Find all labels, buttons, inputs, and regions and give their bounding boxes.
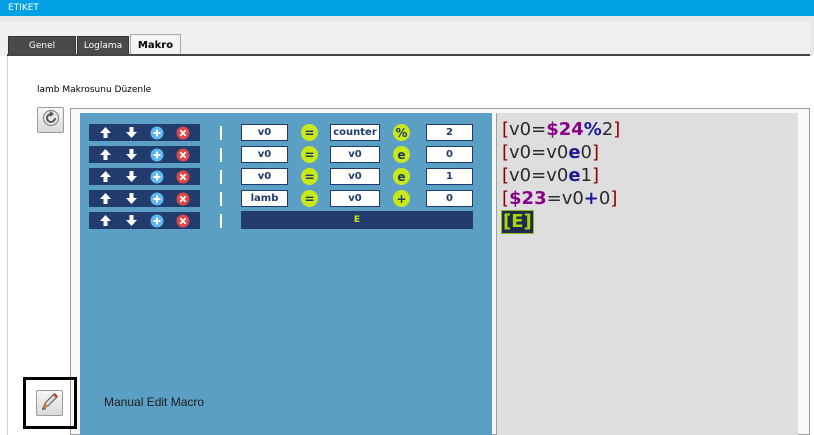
bracket-close: ] [523,211,532,232]
window-titlebar: ETIKET [0,0,814,21]
refresh-button[interactable] [37,107,64,133]
row-separator [220,148,222,162]
code-text: v0= [509,119,547,140]
code-text: 2 [601,119,614,140]
delete-icon[interactable] [176,126,190,140]
row-1-target-field[interactable]: v0 [241,124,288,141]
bracket-close: ] [592,142,600,163]
tab-makro[interactable]: Makro [130,34,181,56]
code-operator: e [568,165,581,186]
row-4-operator[interactable]: + [393,190,410,207]
row-4-right-operand[interactable]: 0 [426,190,473,207]
bracket-close: ] [610,188,618,209]
window-title: ETIKET [8,3,39,13]
code-line-2: [v0=v0e0] [502,142,599,164]
row-separator [220,192,222,206]
tab-loglama[interactable]: Loglama [77,36,129,55]
row-4-controls [89,190,200,207]
arrow-down-icon[interactable] [125,148,139,162]
row-1-controls [89,124,200,141]
row-2-controls [89,146,200,163]
bracket-open: [ [503,211,512,232]
arrow-up-icon[interactable] [99,192,113,206]
row-1-left-operand[interactable]: counter [330,124,380,141]
code-text: v0=v0 [509,142,569,163]
bracket-close: ] [592,165,600,186]
editor-title: lamb Makrosunu Düzenle [37,85,152,95]
code-line-4: [$23=v0+0] [502,188,617,210]
refresh-icon [42,109,60,131]
row-3-left-operand[interactable]: v0 [330,168,380,185]
row-separator [220,170,222,184]
code-line-3: [v0=v0e1] [502,165,599,187]
tab-strip: Genel Loglama Makro [0,21,814,56]
pen-icon [40,391,60,415]
arrow-up-icon[interactable] [99,214,113,228]
row-3-target-field[interactable]: v0 [241,168,288,185]
row-2-right-operand[interactable]: 0 [426,146,473,163]
manual-edit-button[interactable] [36,390,63,416]
row-2-target-field[interactable]: v0 [241,146,288,163]
tab-genel[interactable]: Genel [8,36,76,55]
code-operator: + [583,188,599,209]
code-text: v0=v0 [509,165,569,186]
bracket-open: [ [502,188,510,209]
arrow-down-icon[interactable] [125,170,139,184]
arrow-up-icon[interactable] [99,148,113,162]
delete-icon[interactable] [176,214,190,228]
bracket-open: [ [502,119,510,140]
arrow-up-icon[interactable] [99,126,113,140]
manual-edit-label: Manual Edit Macro [104,395,205,409]
code-variable: $24 [546,119,584,140]
delete-icon[interactable] [176,170,190,184]
add-icon[interactable] [150,148,164,162]
code-variable: $23 [509,188,547,209]
row-5-controls [89,212,200,229]
row-2-operator[interactable]: e [393,146,410,163]
row-3-assign-operator[interactable]: = [301,168,318,185]
code-text: 0 [580,142,592,163]
arrow-down-icon[interactable] [125,126,139,140]
code-operator: e [568,142,581,163]
row-1-operator[interactable]: % [393,124,410,141]
add-icon[interactable] [150,126,164,140]
row-2-left-operand[interactable]: v0 [330,146,380,163]
code-line-5: [E] [501,210,534,234]
delete-icon[interactable] [176,192,190,206]
arrow-down-icon[interactable] [125,192,139,206]
arrow-down-icon[interactable] [125,214,139,228]
row-4-target-field[interactable]: lamb [241,190,288,207]
row-3-controls [89,168,200,185]
row-3-operator[interactable]: e [393,168,410,185]
bracket-close: ] [613,119,621,140]
code-end-marker: E [511,211,524,232]
row-1-assign-operator[interactable]: = [301,124,318,141]
code-text: 1 [580,165,592,186]
delete-icon[interactable] [176,148,190,162]
row-4-left-operand[interactable]: v0 [330,190,380,207]
add-icon[interactable] [150,192,164,206]
code-operator: % [583,119,602,140]
row-4-assign-operator[interactable]: = [301,190,318,207]
row-separator [220,126,222,140]
row-2-assign-operator[interactable]: = [301,146,318,163]
arrow-up-icon[interactable] [99,170,113,184]
row-separator [220,214,222,228]
code-text: =v0 [546,188,584,209]
row-1-right-operand[interactable]: 2 [426,124,473,141]
add-icon[interactable] [150,214,164,228]
bracket-open: [ [502,142,510,163]
end-row[interactable]: E [241,211,473,229]
add-icon[interactable] [150,170,164,184]
bracket-open: [ [502,165,510,186]
row-3-right-operand[interactable]: 1 [426,168,473,185]
code-line-1: [v0=$24%2] [502,119,620,141]
code-text: 0 [598,188,611,209]
